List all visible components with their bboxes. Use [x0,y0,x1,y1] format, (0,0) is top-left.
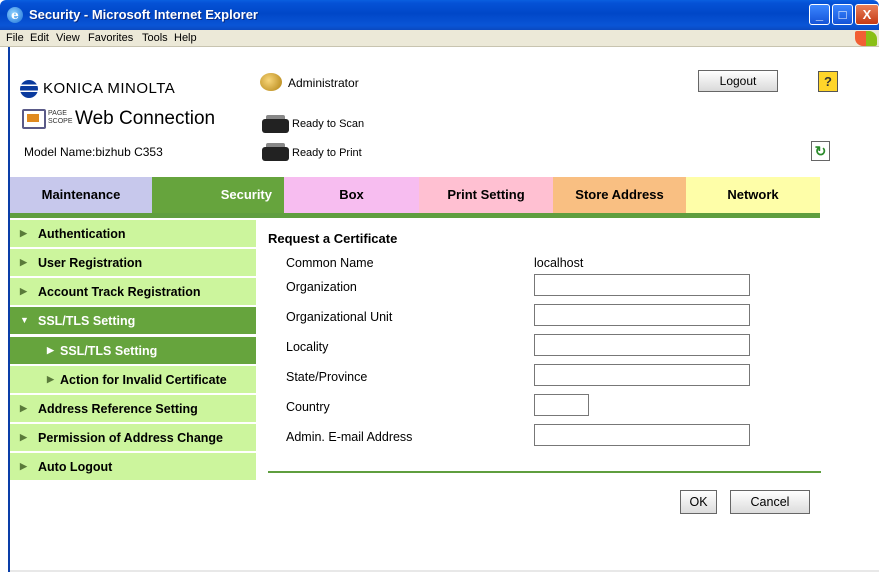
common-name-label: Common Name [286,256,374,270]
scan-status: Ready to Scan [292,118,365,130]
model-label: Model Name [24,145,93,159]
form-divider [268,471,821,473]
internet-explorer-icon: e [7,7,23,23]
windows-logo-icon [855,31,877,46]
sidebar-item-label: User Registration [38,256,143,270]
sidebar-item-auto-logout[interactable]: ▶ Auto Logout [10,453,256,482]
tab-security[interactable]: Security [152,177,284,213]
sidebar-item-label: Account Track Registration [38,285,201,299]
arrow-right-icon: ▶ [20,228,27,238]
sidebar-item-address-reference-setting[interactable]: ▶ Address Reference Setting [10,395,256,424]
menu-view[interactable]: View [56,32,80,44]
menu-edit[interactable]: Edit [30,32,49,44]
country-input[interactable] [534,394,589,416]
printer-icon [260,141,291,163]
arrow-down-icon: ▼ [20,315,29,325]
model-value: bizhub C353 [95,145,163,159]
arrow-right-icon: ▶ [47,374,54,384]
tab-maintenance[interactable]: Maintenance [10,177,152,213]
title-bar: e Security - Microsoft Internet Explorer… [0,0,879,30]
pagescope-logo-icon [22,109,46,129]
tab-network[interactable]: Network [686,177,820,213]
minimize-button[interactable]: _ [809,4,830,25]
admin-email-input[interactable] [534,424,750,446]
organization-input[interactable] [534,274,750,296]
browser-window: e Security - Microsoft Internet Explorer… [0,0,879,572]
model-name: Model Name:bizhub C353 [24,145,163,159]
arrow-right-icon: ▶ [20,432,27,442]
menu-bar: File Edit View Favorites Tools Help [0,30,879,47]
logout-button[interactable]: Logout [698,70,778,92]
admin-email-label: Admin. E-mail Address [286,430,413,444]
close-button[interactable]: X [855,4,879,25]
country-label: Country [286,400,330,414]
window-title: Security - Microsoft Internet Explorer [29,7,258,22]
state-province-input[interactable] [534,364,750,386]
organizational-unit-input[interactable] [534,304,750,326]
konica-minolta-logo-icon [20,80,38,98]
arrow-right-icon: ▶ [20,286,27,296]
sidebar-subitem-action-for-invalid-certificate[interactable]: ▶ Action for Invalid Certificate [10,366,256,395]
maximize-button[interactable]: □ [832,4,853,25]
sidebar-item-label: SSL/TLS Setting [60,344,158,358]
arrow-right-icon: ▶ [20,403,27,413]
arrow-right-icon: ▶ [47,345,54,355]
sidebar-item-label: Auto Logout [38,460,113,474]
locality-label: Locality [286,340,329,354]
menu-file[interactable]: File [6,32,24,44]
sidebar-item-label: SSL/TLS Setting [38,314,136,328]
ok-button[interactable]: OK [680,490,717,514]
sidebar-item-account-track-registration[interactable]: ▶ Account Track Registration [10,278,256,307]
tab-store-address[interactable]: Store Address [553,177,686,213]
tab-box[interactable]: Box [284,177,419,213]
sidebar-item-permission-of-address-change[interactable]: ▶ Permission of Address Change [10,424,256,453]
state-province-label: State/Province [286,370,368,384]
sidebar-item-ssl-tls-setting[interactable]: ▼ SSL/TLS Setting [10,307,256,336]
sidebar-item-label: Authentication [38,227,126,241]
sidebar-subitem-ssl-tls-setting[interactable]: ▶ SSL/TLS Setting [10,336,256,366]
admin-user-icon [260,73,282,91]
print-status: Ready to Print [292,147,362,159]
product-name: Web Connection [75,108,216,129]
tab-underline [10,213,820,218]
menu-favorites[interactable]: Favorites [88,32,133,44]
form-title: Request a Certificate [268,231,398,246]
brand-name: KONICA MINOLTA [43,80,176,97]
cancel-button[interactable]: Cancel [730,490,810,514]
help-button[interactable]: ? [818,71,838,92]
organization-label: Organization [286,280,357,294]
menu-tools[interactable]: Tools [142,32,168,44]
common-name-value: localhost [534,256,584,270]
organizational-unit-label: Organizational Unit [286,310,393,324]
arrow-right-icon: ▶ [20,257,27,267]
user-name: Administrator [288,76,359,90]
web-content: KONICA MINOLTA PAGE SCOPE Web Connection… [8,47,879,572]
arrow-right-icon: ▶ [20,461,27,471]
sidebar: ▶ Authentication ▶ User Registration ▶ A… [10,220,256,482]
sidebar-item-label: Permission of Address Change [38,431,223,445]
sidebar-item-label: Address Reference Setting [38,402,198,416]
tab-print-setting[interactable]: Print Setting [419,177,553,213]
sidebar-item-label: Action for Invalid Certificate [60,373,227,387]
menu-help[interactable]: Help [174,32,197,44]
sidebar-item-authentication[interactable]: ▶ Authentication [10,220,256,249]
refresh-icon[interactable]: ↻ [811,141,830,161]
scanner-icon [260,113,291,135]
sidebar-item-user-registration[interactable]: ▶ User Registration [10,249,256,278]
locality-input[interactable] [534,334,750,356]
pagescope-label: PAGE SCOPE [48,110,73,125]
